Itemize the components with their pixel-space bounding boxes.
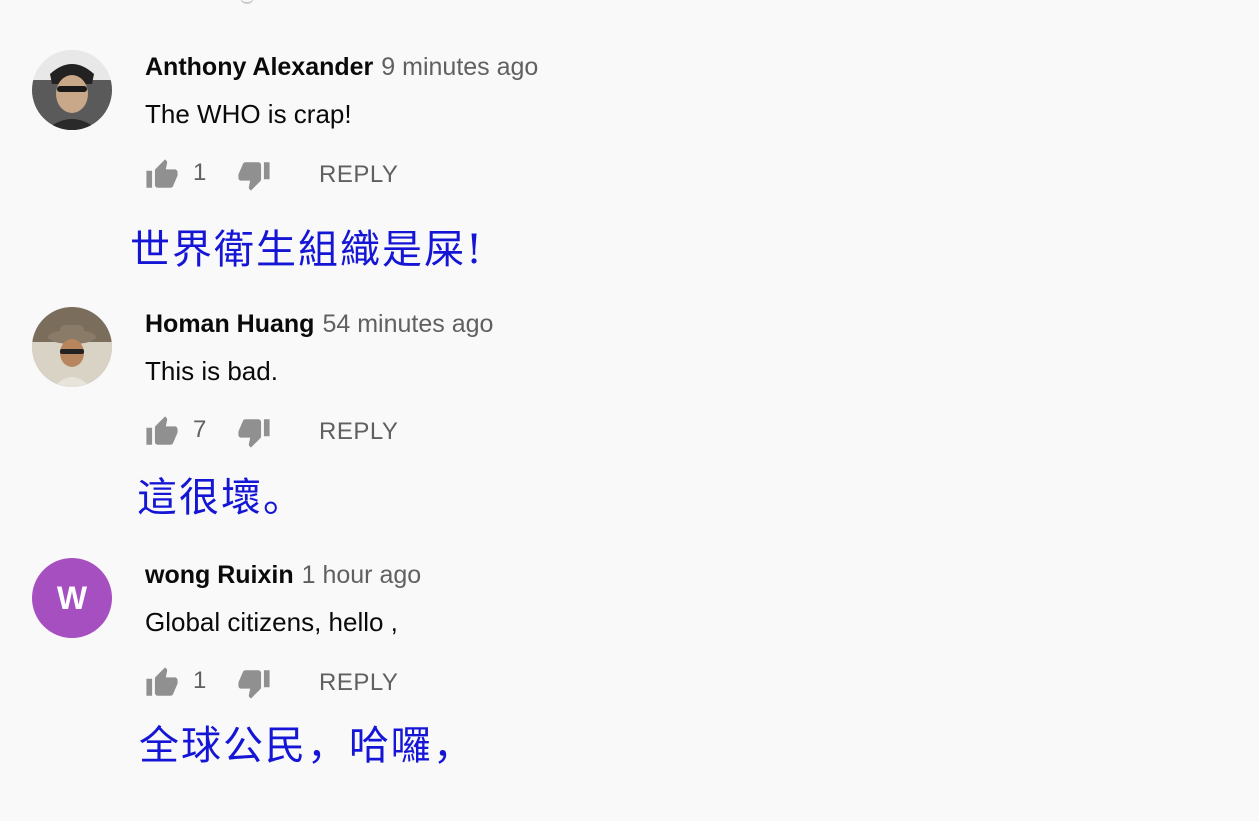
dislike-button[interactable] [237, 415, 271, 449]
reply-button[interactable]: REPLY [319, 417, 398, 447]
comment-actions: 1 REPLY [145, 666, 445, 700]
avatar-letter: W [56, 579, 88, 616]
comment-text: The WHO is crap! [145, 99, 352, 129]
comment-header: Homan Huang 54 minutes ago [145, 309, 493, 339]
thumbs-down-icon [238, 162, 270, 191]
chinese-translation: 全球公民，哈囉， [139, 723, 475, 769]
author-name[interactable]: wong Ruixin [145, 561, 294, 589]
chinese-translation: 世界衛生組織是屎! [130, 227, 485, 273]
author-name[interactable]: Anthony Alexander [145, 53, 373, 81]
like-button[interactable] [145, 666, 179, 700]
comments-page: Anthony Alexander 9 minutes ago The WHO i… [0, 0, 1259, 821]
like-count: 1 [193, 159, 207, 186]
thumbs-down-icon [238, 670, 270, 699]
comment-time[interactable]: 1 hour ago [302, 561, 422, 589]
comment-time[interactable]: 9 minutes ago [381, 53, 538, 81]
thumbs-up-icon [146, 159, 178, 188]
comment-actions: 1 REPLY [145, 158, 445, 192]
like-button[interactable] [145, 158, 179, 192]
avatar[interactable] [32, 307, 112, 387]
reply-button[interactable]: REPLY [319, 668, 398, 698]
like-count: 7 [193, 416, 207, 443]
comment-header: Anthony Alexander 9 minutes ago [145, 52, 538, 82]
comment-actions: 7 REPLY [145, 415, 445, 449]
comment-header: wong Ruixin 1 hour ago [145, 560, 421, 590]
avatar[interactable]: W [32, 558, 112, 638]
thumbs-down-icon [238, 419, 270, 448]
avatar[interactable] [32, 50, 112, 130]
like-count: 1 [193, 667, 207, 694]
comment-text: This is bad. [145, 356, 278, 386]
top-divider-fragment [240, 0, 254, 4]
chinese-translation: 這很壞。 [137, 475, 305, 521]
thumbs-up-icon [146, 416, 178, 445]
author-name[interactable]: Homan Huang [145, 310, 314, 338]
dislike-button[interactable] [237, 666, 271, 700]
like-button[interactable] [145, 415, 179, 449]
reply-button[interactable]: REPLY [319, 160, 398, 190]
comment-text: Global citizens, hello , [145, 607, 398, 637]
thumbs-up-icon [146, 667, 178, 696]
dislike-button[interactable] [237, 158, 271, 192]
comment-time[interactable]: 54 minutes ago [322, 310, 493, 338]
